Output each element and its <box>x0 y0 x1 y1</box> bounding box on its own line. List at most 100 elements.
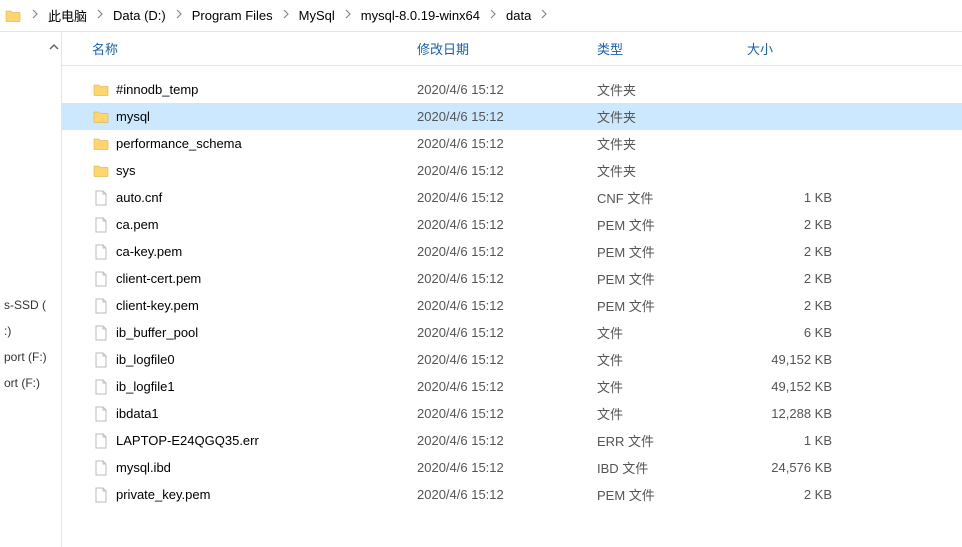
file-size: 49,152 KB <box>747 379 842 394</box>
folder-icon <box>4 7 22 25</box>
chevron-right-icon[interactable] <box>339 9 357 22</box>
file-name: ca.pem <box>116 217 159 232</box>
file-row[interactable]: client-cert.pem2020/4/6 15:12PEM 文件2 KB <box>62 265 962 292</box>
file-date: 2020/4/6 15:12 <box>417 136 597 151</box>
file-row[interactable]: LAPTOP-E24QGQ35.err 2020/4/6 15:12ERR 文件1… <box>62 427 962 454</box>
column-date-header[interactable]: 修改日期 <box>417 39 597 58</box>
file-date: 2020/4/6 15:12 <box>417 460 597 475</box>
file-row[interactable]: auto.cnf 2020/4/6 15:12CNF 文件1 KB <box>62 184 962 211</box>
file-row[interactable]: private_key.pem2020/4/6 15:12PEM 文件2 KB <box>62 481 962 508</box>
file-name: private_key.pem <box>116 487 210 502</box>
file-date: 2020/4/6 15:12 <box>417 244 597 259</box>
file-row[interactable]: ib_buffer_pool2020/4/6 15:12文件6 KB <box>62 319 962 346</box>
file-size: 1 KB <box>747 433 842 448</box>
file-size: 2 KB <box>747 487 842 502</box>
nav-tree-item[interactable]: :) <box>0 318 61 344</box>
nav-tree-item[interactable]: port (F:) <box>0 344 61 370</box>
file-date: 2020/4/6 15:12 <box>417 109 597 124</box>
chevron-right-icon[interactable] <box>91 9 109 22</box>
file-size: 12,288 KB <box>747 406 842 421</box>
file-row[interactable]: client-key.pem2020/4/6 15:12PEM 文件2 KB <box>62 292 962 319</box>
file-row[interactable]: ib_logfile1 2020/4/6 15:12文件49,152 KB <box>62 373 962 400</box>
chevron-right-icon[interactable] <box>26 9 44 22</box>
file-type: CNF 文件 <box>597 188 747 207</box>
file-size: 24,576 KB <box>747 460 842 475</box>
file-type: 文件夹 <box>597 80 747 99</box>
column-type-header[interactable]: 类型 <box>597 39 747 58</box>
file-row[interactable]: ibdata12020/4/6 15:12文件12,288 KB <box>62 400 962 427</box>
file-list-panel: 名称 修改日期 类型 大小 #innodb_temp2020/4/6 15:12… <box>62 32 962 547</box>
breadcrumb-item[interactable]: data <box>502 6 535 25</box>
nav-tree-item[interactable]: s-SSD ( <box>0 292 61 318</box>
file-icon <box>92 405 110 423</box>
address-bar[interactable]: 此电脑 Data (D:) Program Files MySql mysql-8.0.… <box>0 0 962 32</box>
file-type: ERR 文件 <box>597 431 747 450</box>
navigation-pane[interactable]: s-SSD (:)port (F:)ort (F:) <box>0 32 62 547</box>
file-icon <box>92 297 110 315</box>
file-name: mysql.ibd <box>116 460 171 475</box>
file-date: 2020/4/6 15:12 <box>417 82 597 97</box>
file-row[interactable]: ib_logfile02020/4/6 15:12文件49,152 KB <box>62 346 962 373</box>
file-size: 2 KB <box>747 298 842 313</box>
file-icon <box>92 270 110 288</box>
chevron-right-icon[interactable] <box>277 9 295 22</box>
chevron-right-icon[interactable] <box>170 9 188 22</box>
column-headers: 名称 修改日期 类型 大小 <box>62 32 962 66</box>
file-type: PEM 文件 <box>597 296 747 315</box>
file-name: client-cert.pem <box>116 271 201 286</box>
file-name: ib_buffer_pool <box>116 325 198 340</box>
file-type: PEM 文件 <box>597 242 747 261</box>
file-date: 2020/4/6 15:12 <box>417 163 597 178</box>
nav-tree-item[interactable]: ort (F:) <box>0 370 61 396</box>
file-date: 2020/4/6 15:12 <box>417 406 597 421</box>
file-row[interactable]: ca.pem2020/4/6 15:12PEM 文件2 KB <box>62 211 962 238</box>
chevron-right-icon[interactable] <box>484 9 502 22</box>
file-size: 1 KB <box>747 190 842 205</box>
file-date: 2020/4/6 15:12 <box>417 433 597 448</box>
breadcrumb: 此电脑 Data (D:) Program Files MySql mysql-8.0.… <box>26 4 958 27</box>
file-type: PEM 文件 <box>597 215 747 234</box>
file-date: 2020/4/6 15:12 <box>417 352 597 367</box>
breadcrumb-item[interactable]: Program Files <box>188 6 277 25</box>
breadcrumb-item[interactable]: 此电脑 <box>44 4 91 27</box>
column-name-label: 名称 <box>92 39 118 58</box>
file-row[interactable]: mysql.ibd2020/4/6 15:12IBD 文件24,576 KB <box>62 454 962 481</box>
file-size: 2 KB <box>747 244 842 259</box>
breadcrumb-item[interactable]: mysql-8.0.19-winx64 <box>357 6 484 25</box>
file-type: PEM 文件 <box>597 269 747 288</box>
file-date: 2020/4/6 15:12 <box>417 379 597 394</box>
file-type: PEM 文件 <box>597 485 747 504</box>
file-list: #innodb_temp2020/4/6 15:12文件夹 mysql 2020/4… <box>62 66 962 508</box>
file-row[interactable]: mysql2020/4/6 15:12文件夹 <box>62 103 962 130</box>
file-name: ib_logfile1 <box>116 379 175 394</box>
file-date: 2020/4/6 15:12 <box>417 325 597 340</box>
file-name: LAPTOP-E24QGQ35.err <box>116 433 259 448</box>
file-row[interactable]: sys2020/4/6 15:12文件夹 <box>62 157 962 184</box>
file-size: 6 KB <box>747 325 842 340</box>
column-size-header[interactable]: 大小 <box>747 39 842 58</box>
file-icon <box>92 243 110 261</box>
file-date: 2020/4/6 15:12 <box>417 190 597 205</box>
file-type: 文件 <box>597 350 747 369</box>
file-name: ca-key.pem <box>116 244 182 259</box>
file-type: 文件 <box>597 377 747 396</box>
file-date: 2020/4/6 15:12 <box>417 298 597 313</box>
breadcrumb-item[interactable]: MySql <box>295 6 339 25</box>
chevron-right-icon[interactable] <box>535 9 553 22</box>
folder-icon <box>92 108 110 126</box>
folder-icon <box>92 135 110 153</box>
breadcrumb-item[interactable]: Data (D:) <box>109 6 170 25</box>
file-icon <box>92 216 110 234</box>
file-name: auto.cnf <box>116 190 162 205</box>
file-row[interactable]: performance_schema2020/4/6 15:12文件夹 <box>62 130 962 157</box>
file-icon <box>92 486 110 504</box>
file-row[interactable]: ca-key.pem 2020/4/6 15:12PEM 文件2 KB <box>62 238 962 265</box>
file-icon <box>92 432 110 450</box>
column-name-header[interactable]: 名称 <box>92 39 417 58</box>
file-row[interactable]: #innodb_temp2020/4/6 15:12文件夹 <box>62 76 962 103</box>
file-name: mysql <box>116 109 150 124</box>
scroll-up-icon[interactable] <box>45 38 62 55</box>
file-icon <box>92 189 110 207</box>
folder-icon <box>92 81 110 99</box>
file-name: ib_logfile0 <box>116 352 175 367</box>
